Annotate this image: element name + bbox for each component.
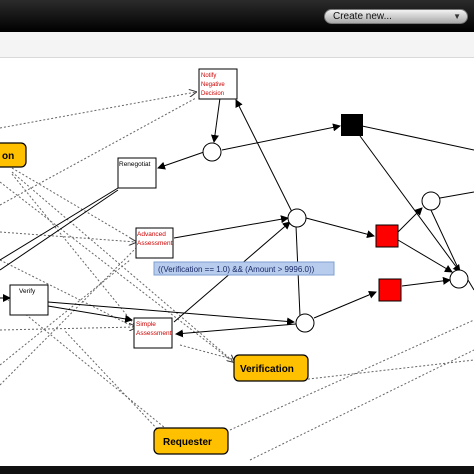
task-advanced-assessment[interactable]: Advanced Assessment: [135, 227, 174, 259]
task-label-line: Decision: [201, 91, 224, 97]
task-label-line: Notify: [201, 73, 216, 79]
chevron-down-icon: ▼: [453, 12, 461, 21]
task-label-line: Simple: [136, 321, 156, 328]
create-new-label: Create new...: [333, 11, 392, 22]
flow-red-gateway-to-right-junction: [397, 207, 423, 233]
role-partial[interactable]: on: [0, 142, 27, 168]
task-label-line: Advanced: [137, 231, 166, 238]
association-line: [11, 167, 135, 241]
role-requester[interactable]: Requester: [153, 427, 229, 455]
flow-lower-junction-to-simple: [175, 323, 297, 338]
association-line: [0, 231, 136, 242]
task-label-line: Negative: [201, 82, 225, 88]
flow-black-gateway-down: [359, 135, 461, 273]
task-notify-negative-decision[interactable]: Notify Negative Decision: [198, 68, 238, 100]
association-line: [299, 359, 474, 381]
task-verify[interactable]: Verify: [9, 284, 49, 316]
task-label: Renegotiat: [119, 161, 151, 168]
guard-condition-label[interactable]: ((Verification == 1.0) && (Amount > 9996…: [153, 261, 335, 276]
gateway-black[interactable]: [341, 114, 363, 136]
flow-notify-to-junction: [210, 97, 221, 143]
flow-lower-red-gateway-to-merge: [401, 276, 451, 287]
junction-circle: [295, 313, 315, 333]
junction-circle: [202, 142, 222, 162]
junction-nodes: [202, 142, 469, 333]
svg-text:on: on: [2, 151, 14, 162]
gateway-red[interactable]: [375, 224, 399, 248]
flow-mid-junction-to-red-gateway: [305, 217, 375, 239]
role-verification[interactable]: Verification: [233, 354, 309, 382]
flow-merge-to-edge: [467, 279, 474, 291]
task-label-line: Assessment: [136, 330, 172, 337]
flow-advanced-to-mid-junction: [173, 215, 289, 239]
association-line: [0, 327, 136, 330]
sequence-flows: [0, 97, 474, 338]
flow-junction-to-black-gateway: [221, 123, 341, 151]
flow-black-gateway-to-right: [361, 125, 474, 151]
junction-circle: [421, 191, 441, 211]
junction-circle: [449, 269, 469, 289]
flow-lower-junction-to-red-gateway: [313, 291, 377, 319]
flow-junction-to-renegotiate: [157, 151, 205, 170]
association-line: [0, 92, 196, 129]
flow-red-gateway-to-merge: [397, 239, 453, 273]
svg-text:Verification: Verification: [240, 364, 294, 375]
secondary-toolbar: [0, 32, 474, 58]
flow-right-junction-to-merge: [429, 207, 459, 269]
flow-mid-junction-to-notify: [235, 99, 293, 213]
task-renegotiate[interactable]: Renegotiat: [117, 157, 157, 189]
task-simple-assessment[interactable]: Simple Assessment: [133, 317, 173, 349]
flow-renegotiate-to-left: [0, 187, 119, 261]
top-toolbar: Create new... ▼: [0, 0, 474, 32]
gateway-red[interactable]: [378, 278, 402, 302]
flow-right-junction-to-edge: [439, 191, 474, 199]
create-new-dropdown[interactable]: Create new... ▼: [324, 9, 468, 24]
junction-circle: [287, 208, 307, 228]
association-line: [0, 97, 197, 206]
diagram-canvas[interactable]: Notify Negative Decision Renegotiat Adva…: [0, 58, 474, 474]
svg-text:((Verification == 1.0) && (Amo: ((Verification == 1.0) && (Amount > 9996…: [158, 265, 315, 274]
process-editor: Create new... ▼ Notify Negative Decision…: [0, 0, 474, 474]
svg-text:Requester: Requester: [163, 437, 212, 448]
association-line: [179, 344, 237, 361]
task-label-line: Assessment: [137, 240, 173, 247]
task-label: Verify: [19, 288, 36, 295]
bottom-frame: [0, 466, 474, 474]
flow-left-up-to-renegotiate: [0, 189, 119, 271]
